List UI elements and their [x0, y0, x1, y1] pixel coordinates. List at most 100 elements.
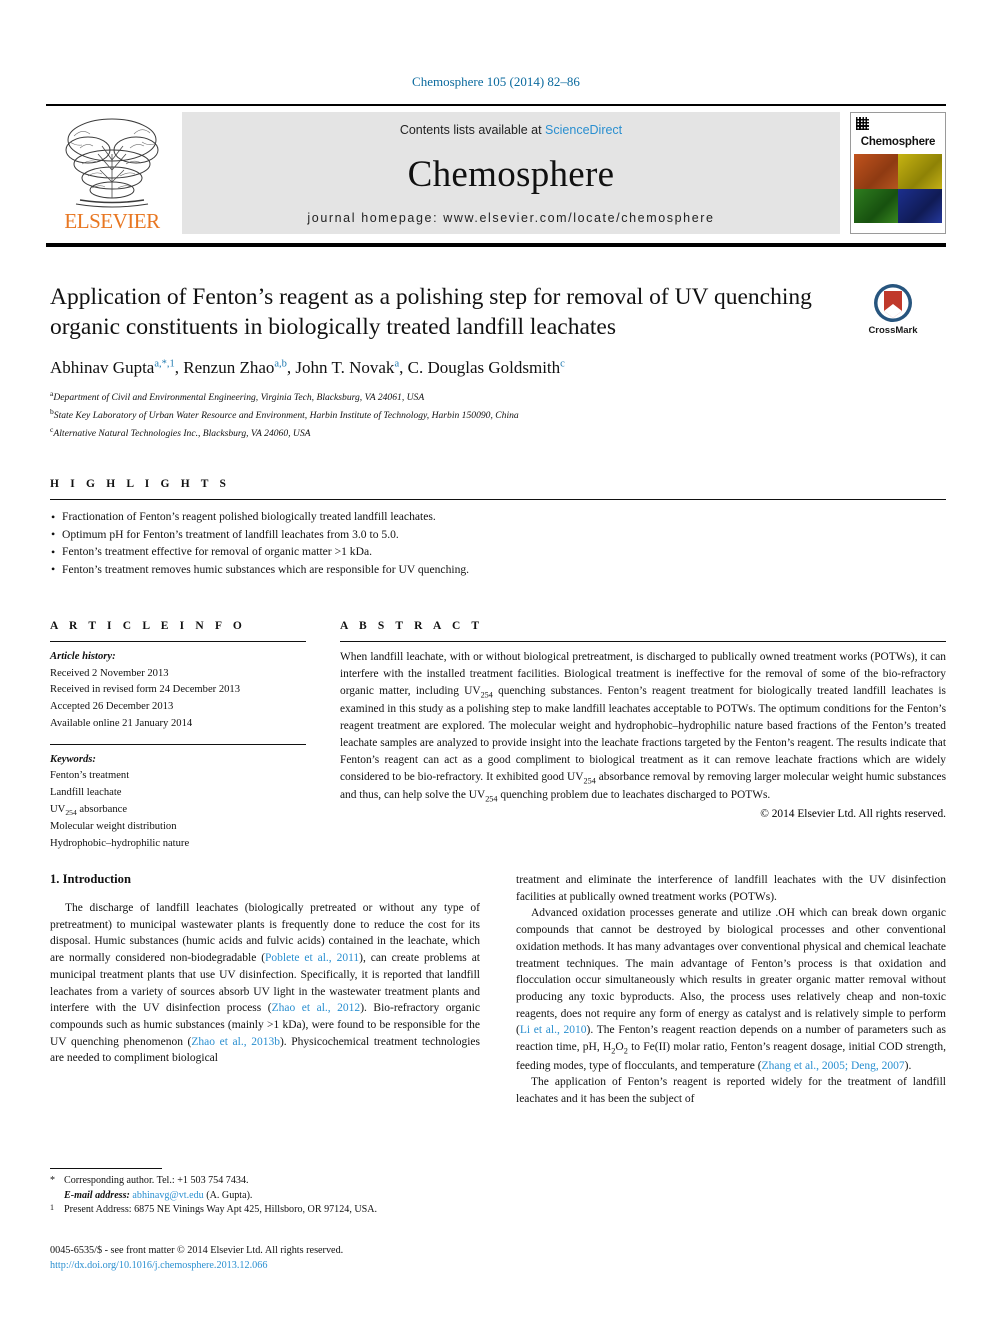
- footnotes-block: * Corresponding author. Tel.: +1 503 754 …: [50, 1168, 480, 1218]
- body-columns: 1. Introduction The discharge of landfil…: [50, 872, 946, 1108]
- contents-available-line: Contents lists available at ScienceDirec…: [400, 123, 622, 137]
- citation-link[interactable]: Zhao et al., 2012: [272, 1002, 361, 1014]
- history-item: Accepted 26 December 2013: [50, 701, 174, 713]
- affiliation-text: Alternative Natural Technologies Inc., B…: [53, 428, 311, 440]
- masthead-bottom-rule: [46, 243, 946, 247]
- issn-line: 0045-6535/$ - see front matter © 2014 El…: [50, 1245, 344, 1256]
- elsevier-tree-icon: [65, 118, 159, 208]
- footnote-text: Present Address: 6875 NE Vinings Way Apt…: [64, 1204, 378, 1216]
- affiliation-list: aDepartment of Civil and Environmental E…: [50, 388, 840, 441]
- cover-artwork: [854, 154, 942, 223]
- contents-prefix: Contents lists available at: [399, 123, 546, 137]
- author-marks: c: [560, 358, 565, 370]
- affiliation-item: bState Key Laboratory of Urban Water Res…: [50, 406, 840, 424]
- journal-masthead: ELSEVIER Contents lists available at Sci…: [46, 104, 946, 234]
- cover-quadrant-orange: [854, 154, 898, 189]
- citation-link[interactable]: Zhao et al., 2013b: [191, 1036, 280, 1048]
- section-title-introduction: 1. Introduction: [50, 872, 131, 886]
- footnote-rule: [50, 1168, 162, 1169]
- author-name: Renzun Zhao: [183, 358, 275, 378]
- email-link[interactable]: abhinavg@vt.edu: [132, 1190, 203, 1201]
- paragraph: The application of Fenton’s reagent is r…: [516, 1076, 946, 1105]
- citation-link[interactable]: Li et al., 2010: [520, 1024, 587, 1036]
- history-item: Received in revised form 24 December 201…: [50, 684, 241, 696]
- affiliation-item: aDepartment of Civil and Environmental E…: [50, 388, 840, 406]
- keyword-item: Landfill leachate: [50, 787, 122, 799]
- footnote-present-address: 1 Present Address: 6875 NE Vinings Way Ap…: [50, 1203, 480, 1218]
- keyword-item: Hydrophobic–hydrophilic nature: [50, 837, 190, 849]
- author-marks: a,b: [274, 358, 287, 370]
- keywords-block: Keywords: Fenton’s treatment Landfill le…: [50, 752, 306, 853]
- cover-quadrant-blue: [898, 188, 942, 223]
- abstract-rule: [340, 641, 946, 642]
- crossmark-badge[interactable]: CrossMark: [843, 283, 943, 336]
- imprint-block: 0045-6535/$ - see front matter © 2014 El…: [50, 1243, 510, 1274]
- citation-link[interactable]: Zhang et al., 2005; Deng, 2007: [762, 1060, 905, 1072]
- paragraph: Advanced oxidation processes generate an…: [516, 907, 946, 1072]
- journal-title: Chemosphere: [407, 153, 615, 195]
- article-info-section: A R T I C L E I N F O Article history: R…: [50, 620, 306, 853]
- footnote-text: Corresponding author. Tel.: +1 503 754 7…: [64, 1175, 249, 1186]
- article-info-heading: A R T I C L E I N F O: [50, 620, 246, 632]
- abstract-heading: A B S T R A C T: [340, 620, 484, 632]
- keyword-item: Fenton’s treatment: [50, 770, 130, 782]
- keyword-item: UV254 absorbance: [50, 803, 128, 817]
- footnote-marker-one: 1: [50, 1203, 54, 1213]
- keywords-rule: [50, 743, 306, 745]
- affiliation-item: cAlternative Natural Technologies Inc., …: [50, 424, 840, 442]
- crossmark-icon: [874, 284, 912, 322]
- cover-journal-title: Chemosphere: [860, 136, 936, 148]
- abstract-section: A B S T R A C T When landfill leachate, …: [340, 620, 946, 853]
- crossmark-label: CrossMark: [868, 325, 918, 336]
- abstract-copyright: © 2014 Elsevier Ltd. All rights reserved…: [760, 807, 946, 820]
- journal-homepage[interactable]: journal homepage: www.elsevier.com/locat…: [307, 211, 714, 225]
- footnote-corresponding-author: * Corresponding author. Tel.: +1 503 754 …: [50, 1174, 480, 1189]
- highlights-section: H I G H L I G H T S Fractionation of Fen…: [50, 478, 946, 578]
- cover-footer-strip: [854, 223, 942, 230]
- footnote-marker-asterisk: *: [50, 1175, 56, 1186]
- highlights-list: Fractionation of Fenton’s reagent polish…: [50, 508, 946, 579]
- list-item: Fractionation of Fenton’s reagent polish…: [50, 508, 946, 526]
- article-info-rule: [50, 641, 306, 642]
- author-list: Abhinav Guptaa,*,1, Renzun Zhaoa,b, John…: [50, 358, 565, 378]
- journal-banner: Contents lists available at ScienceDirec…: [182, 112, 840, 234]
- affiliation-text: Department of Civil and Environmental En…: [53, 392, 425, 404]
- author-name: Abhinav Gupta: [50, 358, 155, 378]
- keyword-item: Molecular weight distribution: [50, 821, 177, 833]
- title-block: Application of Fenton’s reagent as a pol…: [50, 283, 840, 442]
- author-marks: a,*,1: [154, 358, 175, 370]
- article-history-label: Article history:: [50, 651, 116, 662]
- paragraph-part: Advanced oxidation processes generate an…: [516, 907, 946, 1037]
- author-name: C. Douglas Goldsmith: [407, 358, 561, 378]
- footnote-email: E-mail address: abhinavg@vt.edu (A. Gupt…: [50, 1189, 480, 1204]
- email-label: E-mail address:: [64, 1189, 130, 1201]
- list-item: Fenton’s treatment effective for removal…: [50, 543, 946, 561]
- journal-cover-thumbnail: Chemosphere: [850, 112, 946, 234]
- keywords-label: Keywords:: [50, 753, 96, 765]
- cover-quadrant-green: [854, 188, 898, 223]
- elsevier-logo: ELSEVIER: [46, 112, 178, 234]
- page-title: Application of Fenton’s reagent as a pol…: [50, 284, 812, 340]
- email-owner: (A. Gupta).: [206, 1189, 253, 1201]
- highlights-rule: [50, 499, 946, 500]
- paragraph: treatment and eliminate the interference…: [516, 874, 946, 903]
- cover-quadrant-yellow: [898, 154, 942, 189]
- article-history: Article history: Received 2 November 201…: [50, 649, 306, 733]
- running-head: Chemosphere 105 (2014) 82–86: [412, 74, 580, 89]
- list-item: Fenton’s treatment removes humic substan…: [50, 560, 946, 579]
- body-column-right: treatment and eliminate the interference…: [516, 872, 946, 1108]
- highlights-heading: H I G H L I G H T S: [50, 478, 231, 490]
- paragraph: The discharge of landfill leachates (bio…: [50, 900, 480, 1067]
- qr-code-icon: [856, 117, 869, 130]
- keyword-subscript: 254: [65, 807, 77, 817]
- abstract-text: When landfill leachate, with or without …: [340, 651, 946, 804]
- body-column-left: 1. Introduction The discharge of landfil…: [50, 872, 480, 1108]
- author-name: John T. Novak: [295, 358, 395, 378]
- citation-link[interactable]: Poblete et al., 2011: [265, 952, 359, 964]
- list-item: Optimum pH for Fenton’s treatment of lan…: [50, 525, 946, 544]
- doi-link[interactable]: http://dx.doi.org/10.1016/j.chemosphere.…: [50, 1258, 510, 1273]
- sciencedirect-link[interactable]: ScienceDirect: [545, 123, 622, 137]
- history-item: Received 2 November 2013: [50, 667, 169, 679]
- history-item: Available online 21 January 2014: [50, 717, 193, 729]
- info-abstract-row: A R T I C L E I N F O Article history: R…: [50, 620, 946, 853]
